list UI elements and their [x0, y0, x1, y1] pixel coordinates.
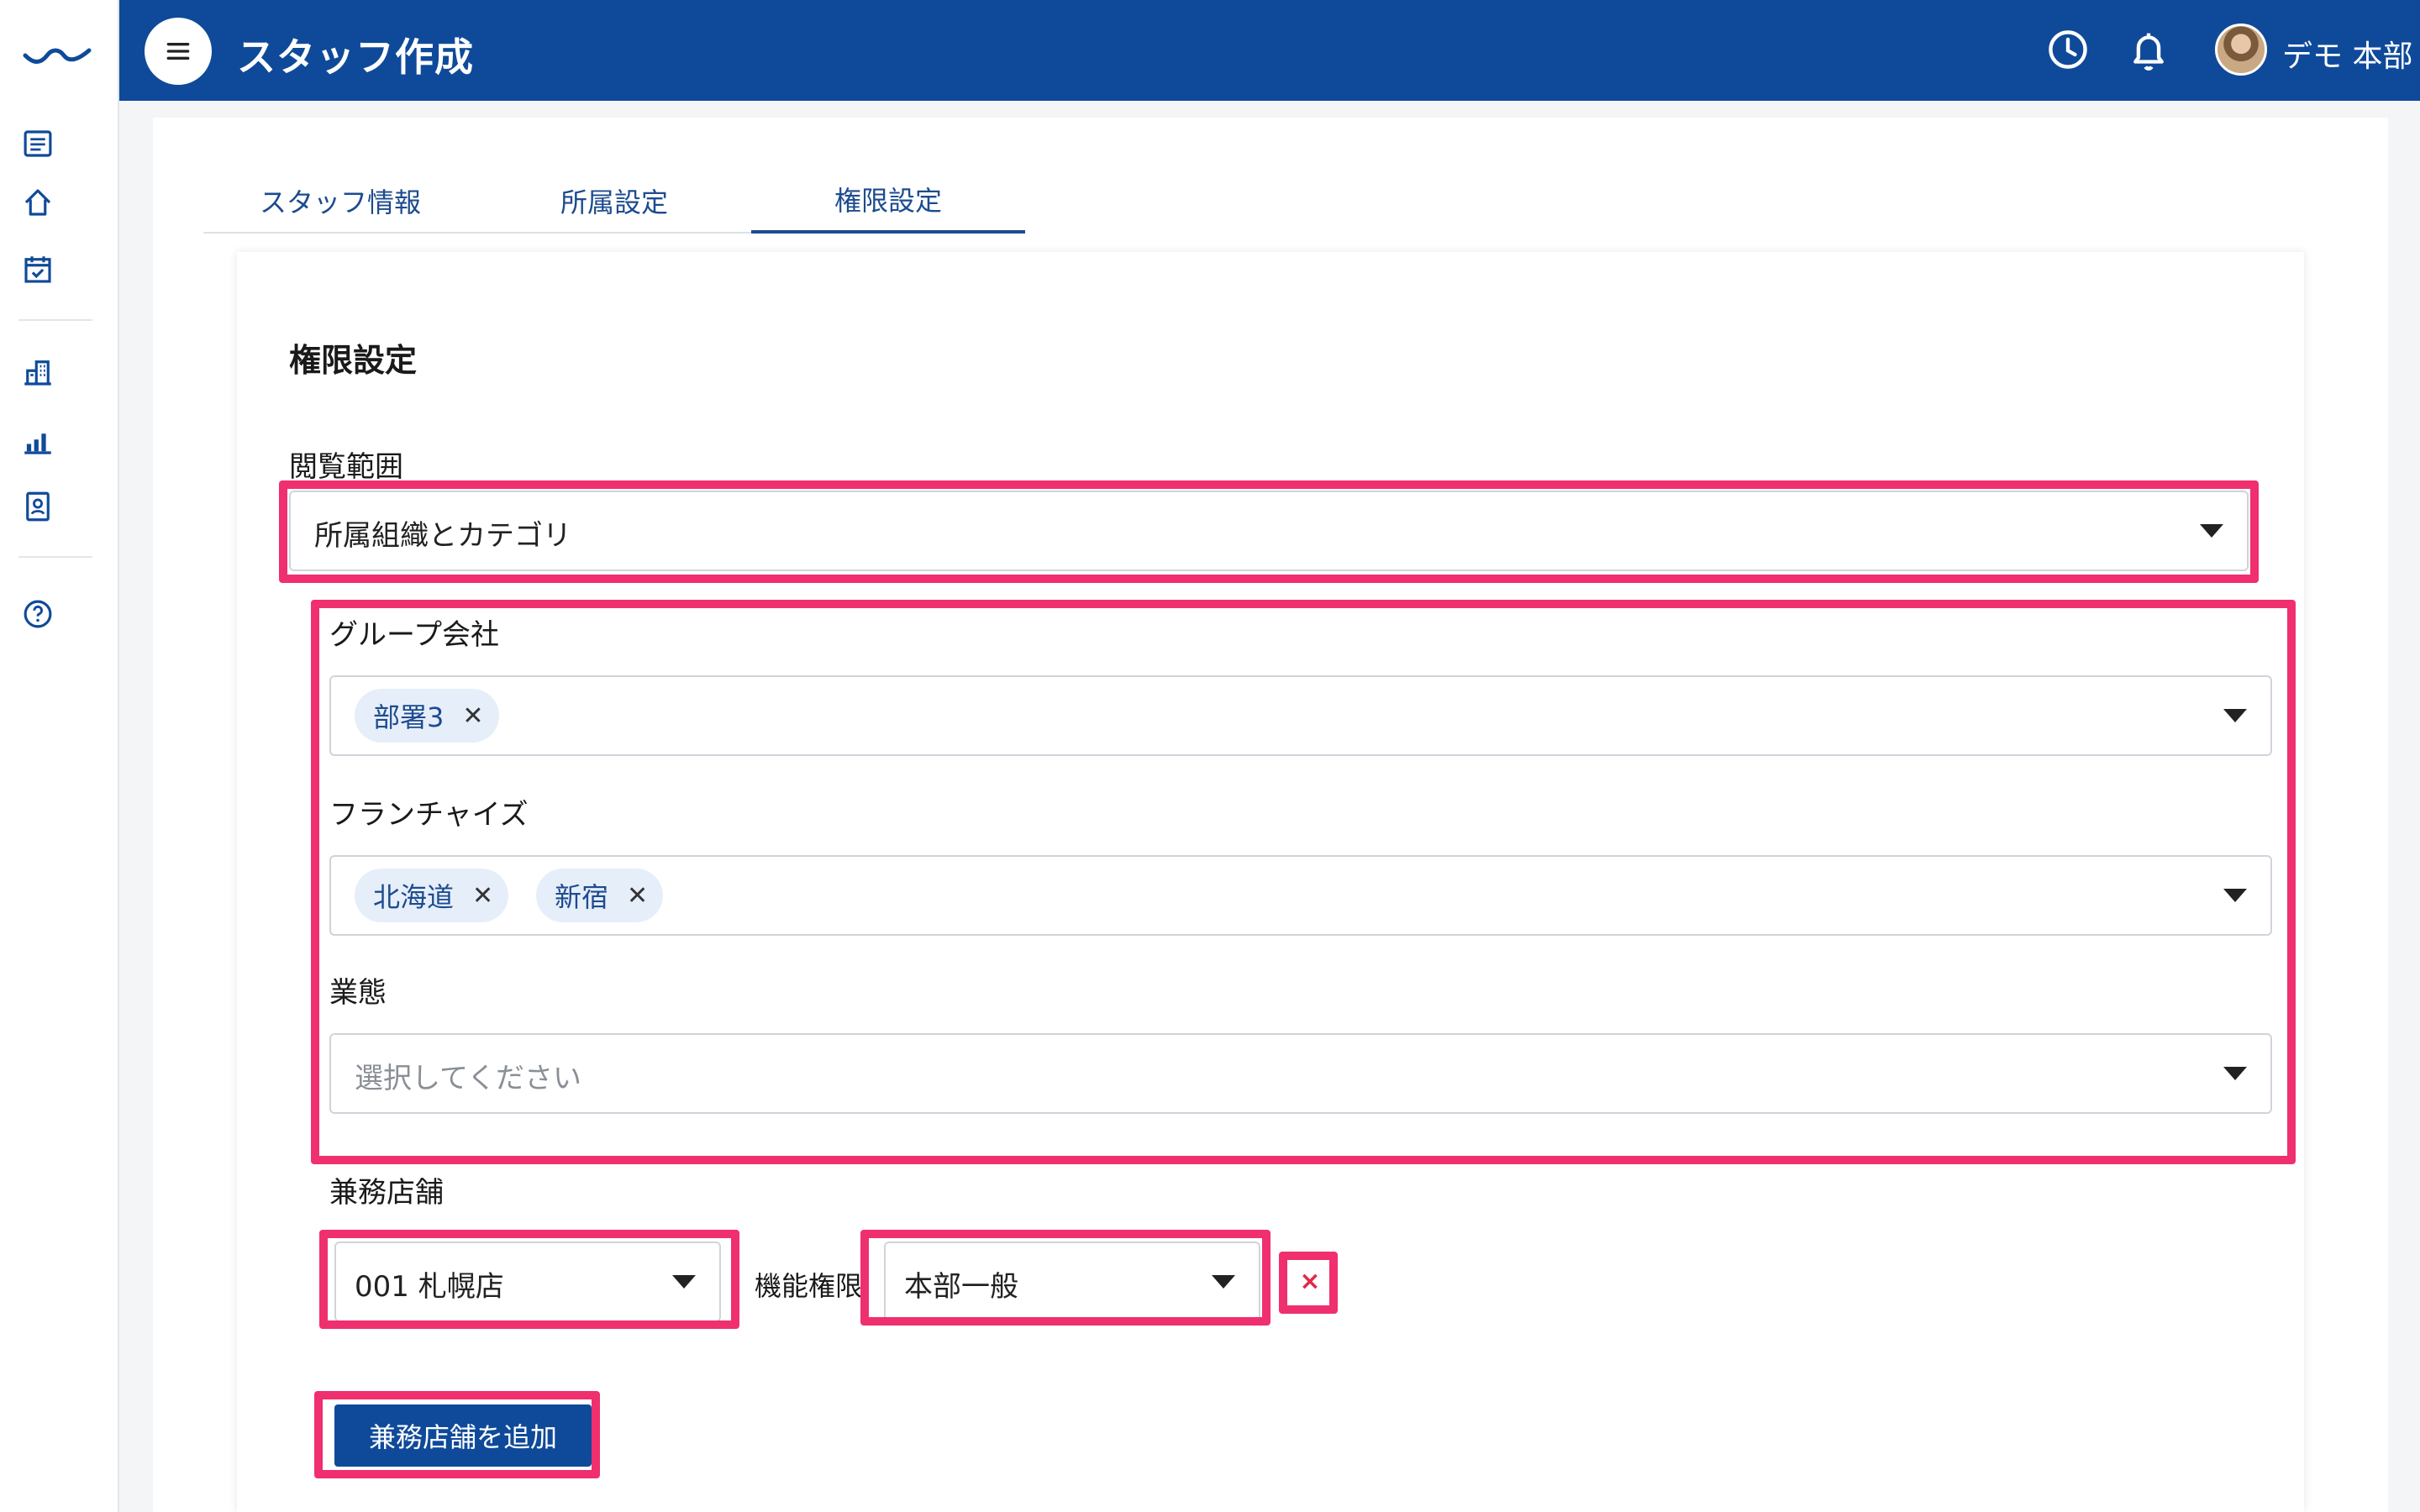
list-icon[interactable] [20, 126, 55, 161]
tab-bar: スタッフ情報 所属設定 権限設定 [203, 168, 1025, 234]
chevron-down-icon [2223, 1067, 2247, 1080]
sidebar-divider [18, 319, 92, 321]
section-title: 権限設定 [289, 342, 418, 379]
building-icon[interactable] [20, 354, 55, 390]
permission-select[interactable]: 本部一般 [884, 1242, 1260, 1322]
main-panel: スタッフ情報 所属設定 権限設定 権限設定 閲覧範囲 所属組織とカテゴリ グルー… [153, 118, 2388, 1512]
home-icon[interactable] [20, 185, 55, 220]
business-type-label: 業態 [329, 976, 387, 1010]
chip-remove-icon[interactable]: ✕ [627, 881, 648, 911]
chip-franchise: 新宿 ✕ [536, 869, 664, 922]
group-company-label: グループ会社 [329, 618, 499, 652]
franchise-label: フランチャイズ [329, 798, 529, 832]
chip-label: 部署3 [373, 701, 445, 733]
clock-icon[interactable] [2044, 25, 2092, 74]
bell-icon[interactable] [2124, 25, 2173, 74]
chevron-down-icon [2223, 709, 2247, 722]
sidebar [0, 0, 119, 1512]
chip-label: 新宿 [555, 881, 609, 913]
chevron-down-icon [2223, 889, 2247, 902]
concurrent-store-label: 兼務店舗 [329, 1176, 444, 1210]
tab-permissions[interactable]: 権限設定 [751, 168, 1025, 234]
chevron-down-icon [1212, 1275, 1235, 1289]
chevron-down-icon [2200, 524, 2223, 538]
permission-value: 本部一般 [904, 1270, 1018, 1304]
remove-store-button[interactable]: × [1292, 1263, 1328, 1299]
group-company-select[interactable]: 部署3 ✕ [329, 675, 2272, 756]
concurrent-store-value: 001 札幌店 [355, 1270, 504, 1304]
chip-group-company: 部署3 ✕ [355, 689, 499, 743]
page-title: スタッフ作成 [237, 34, 474, 80]
business-type-select[interactable]: 選択してください [329, 1033, 2272, 1114]
tab-affiliation[interactable]: 所属設定 [477, 168, 751, 234]
franchise-select[interactable]: 北海道 ✕ 新宿 ✕ [329, 855, 2272, 936]
calendar-check-icon[interactable] [20, 252, 55, 287]
business-type-placeholder: 選択してください [355, 1062, 581, 1095]
view-scope-select[interactable]: 所属組織とカテゴリ [289, 491, 2249, 571]
view-scope-value: 所属組織とカテゴリ [314, 519, 571, 553]
chevron-down-icon [672, 1275, 696, 1289]
chip-remove-icon[interactable]: ✕ [472, 881, 493, 911]
id-card-icon[interactable] [20, 489, 55, 524]
chip-franchise: 北海道 ✕ [355, 869, 509, 922]
logo[interactable] [22, 35, 92, 69]
tab-staff-info[interactable]: スタッフ情報 [203, 168, 477, 234]
top-header: スタッフ作成 デモ 本部 [119, 0, 2420, 101]
concurrent-store-select[interactable]: 001 札幌店 [334, 1242, 721, 1322]
sidebar-divider [18, 556, 92, 558]
menu-icon [166, 43, 190, 60]
help-icon[interactable] [20, 596, 55, 632]
bar-chart-icon[interactable] [20, 423, 55, 459]
avatar[interactable] [2215, 24, 2267, 76]
view-scope-label: 閲覧範囲 [289, 450, 403, 484]
chip-remove-icon[interactable]: ✕ [462, 701, 483, 731]
menu-button[interactable] [145, 18, 212, 85]
chip-label: 北海道 [373, 881, 455, 913]
permission-card: 権限設定 閲覧範囲 所属組織とカテゴリ グループ会社 部署3 ✕ フランチャイズ… [237, 252, 2304, 1512]
user-name[interactable]: デモ 本部 [2282, 32, 2412, 76]
add-concurrent-store-button[interactable]: 兼務店舗を追加 [334, 1404, 592, 1467]
permission-label: 機能権限 [755, 1270, 863, 1302]
